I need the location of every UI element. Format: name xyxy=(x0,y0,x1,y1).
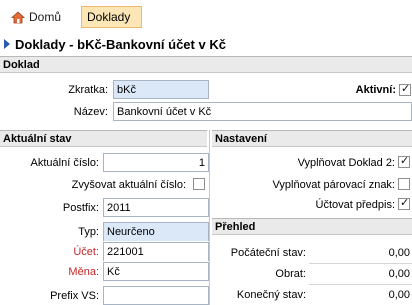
section-prehled-header: Přehled xyxy=(212,218,412,235)
nazev-label: Název: xyxy=(73,105,108,118)
section-prehled-title: Přehled xyxy=(215,220,256,233)
column-divider xyxy=(209,130,210,305)
title-arrow-icon xyxy=(4,39,10,49)
prefix-vs-label: Prefix VS: xyxy=(50,289,99,302)
uctovat-predpis-label: Účtovat předpis: xyxy=(315,198,395,211)
vyplnovat-doklad-checkbox[interactable] xyxy=(398,154,410,168)
section-doklad-header: Doklad xyxy=(0,56,412,73)
aktualni-cislo-field[interactable]: 1 xyxy=(103,153,209,172)
tab-home-label: Domů xyxy=(29,10,62,24)
tab-doklady[interactable]: Doklady xyxy=(81,6,142,28)
zvysovat-label: Zvyšovat aktuální číslo: xyxy=(71,178,186,191)
obrat-label: Obrat: xyxy=(275,267,306,280)
konecny-stav-label: Konečný stav: xyxy=(236,288,306,301)
home-icon xyxy=(10,10,26,24)
page-title: Doklady - bKč-Bankovní účet v Kč xyxy=(4,34,226,54)
vyplnovat-parovaci-label: Vyplňovat párovací znak: xyxy=(272,178,396,191)
vyplnovat-doklad-label: Vyplňovat Doklad 2: xyxy=(297,156,395,169)
tab-home[interactable]: Domů xyxy=(6,6,76,28)
obrat-value: 0,00 xyxy=(388,267,410,280)
section-nastaveni-title: Nastavení xyxy=(215,132,267,145)
vyplnovat-parovaci-checkbox[interactable] xyxy=(398,178,410,190)
prefix-vs-field[interactable] xyxy=(103,286,209,305)
ucet-field[interactable]: 221001 xyxy=(103,242,209,261)
mena-field[interactable]: Kč xyxy=(103,262,209,281)
konecny-stav-value: 0,00 xyxy=(388,288,410,301)
ucet-label: Účet: xyxy=(73,245,99,258)
zkratka-field[interactable]: bKč xyxy=(113,80,209,99)
uctovat-predpis-checkbox[interactable] xyxy=(398,196,410,210)
aktivni-label: Aktivní: xyxy=(355,83,396,96)
aktivni-checkbox[interactable] xyxy=(399,82,411,96)
mena-label: Měna: xyxy=(68,265,99,278)
nazev-field[interactable]: Bankovní účet v Kč xyxy=(113,102,412,121)
pocatecni-stav-label: Počáteční stav: xyxy=(230,246,306,259)
section-doklad-title: Doklad xyxy=(3,58,40,71)
postfix-label: Postfix: xyxy=(62,201,99,214)
aktualni-cislo-label: Aktuální číslo: xyxy=(30,156,99,169)
section-aktualni-stav-header: Aktuální stav xyxy=(0,130,207,147)
section-aktualni-stav-title: Aktuální stav xyxy=(3,132,72,145)
typ-field[interactable]: Neurčeno xyxy=(103,222,209,241)
zvysovat-checkbox[interactable] xyxy=(193,178,205,190)
section-nastaveni-header: Nastavení xyxy=(212,130,412,147)
typ-label: Typ: xyxy=(78,225,99,238)
zkratka-label: Zkratka: xyxy=(68,83,108,96)
tab-doklady-label: Doklady xyxy=(87,10,131,24)
page-title-text: Doklady - bKč-Bankovní účet v Kč xyxy=(15,36,226,52)
postfix-field[interactable]: 2011 xyxy=(103,198,209,217)
pocatecni-stav-value: 0,00 xyxy=(388,246,410,259)
